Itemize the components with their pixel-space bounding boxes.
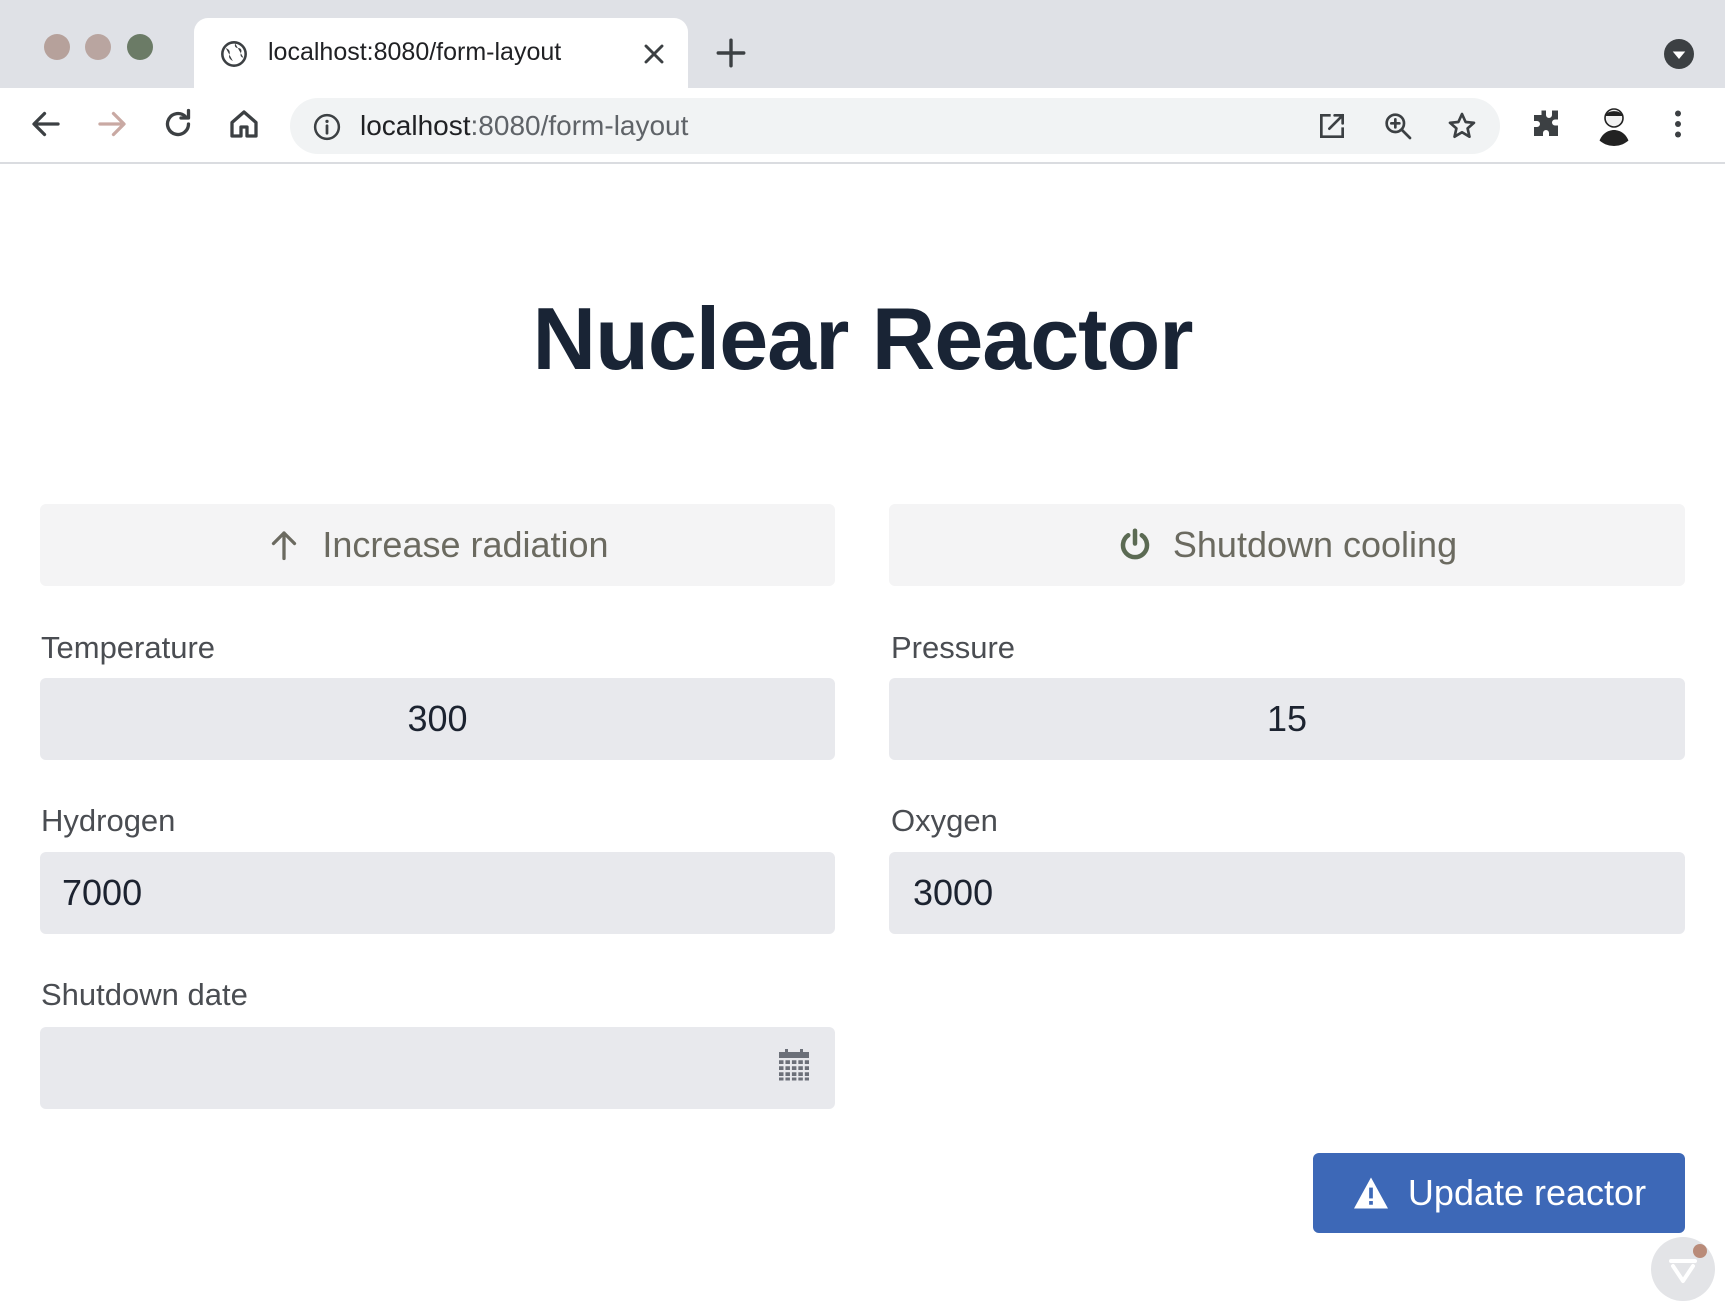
browser-tab[interactable]: localhost:8080/form-layout [194, 18, 688, 90]
minimize-window-button[interactable] [85, 34, 111, 60]
bookmark-star-icon[interactable] [1446, 110, 1478, 142]
back-arrow-icon[interactable] [28, 106, 64, 142]
arrow-up-icon [272, 531, 297, 561]
address-bar[interactable]: localhost:8080/form-layout [290, 98, 1500, 154]
open-in-new-icon[interactable] [1316, 110, 1348, 142]
power-icon [1120, 528, 1150, 560]
tab-strip: localhost:8080/form-layout [0, 0, 1725, 90]
hydrogen-label: Hydrogen [41, 803, 176, 838]
update-reactor-label: Update reactor [1407, 1172, 1647, 1213]
browser-toolbar: localhost:8080/form-layout [0, 88, 1725, 164]
shutdown-date-label: Shutdown date [41, 977, 248, 1012]
oxygen-field[interactable] [889, 852, 1685, 934]
profile-avatar[interactable] [1592, 102, 1636, 146]
address-url[interactable]: localhost:8080/form-layout [360, 110, 688, 142]
address-path: :8080/form-layout [470, 110, 689, 141]
chevron-down-icon [1672, 51, 1686, 59]
shutdown-cooling-button[interactable]: Shutdown cooling [889, 504, 1685, 586]
tab-search-button[interactable] [1664, 39, 1694, 69]
extensions-puzzle-icon[interactable] [1528, 106, 1564, 142]
forward-arrow-icon[interactable] [94, 106, 130, 142]
address-host: localhost [360, 110, 471, 141]
increase-radiation-button[interactable]: Increase radiation [40, 504, 835, 586]
close-tab-icon[interactable] [638, 38, 670, 70]
zoom-icon[interactable] [1382, 110, 1414, 142]
browser-window: localhost:8080/form-layout localhost:808… [0, 0, 1725, 1312]
profile-icon [1598, 108, 1630, 146]
notification-dot [1693, 1244, 1707, 1258]
close-window-button[interactable] [44, 34, 70, 60]
warning-icon [1353, 1177, 1388, 1209]
oxygen-label: Oxygen [891, 803, 998, 838]
new-tab-icon[interactable] [714, 36, 748, 70]
pressure-label: Pressure [891, 630, 1016, 665]
maximize-window-button[interactable] [127, 34, 153, 60]
page-title: Nuclear Reactor [532, 289, 1194, 388]
globe-icon [221, 41, 247, 67]
tab-title: localhost:8080/form-layout [268, 38, 562, 66]
home-icon[interactable] [226, 106, 262, 142]
calendar-icon[interactable] [776, 1046, 812, 1082]
info-icon[interactable] [312, 112, 342, 142]
hydrogen-field[interactable] [40, 852, 835, 934]
increase-radiation-label: Increase radiation [322, 524, 609, 565]
more-vert-icon[interactable] [1660, 106, 1696, 142]
shutdown-date-field[interactable] [40, 1027, 835, 1109]
temperature-label: Temperature [41, 630, 216, 665]
shutdown-cooling-label: Shutdown cooling [1172, 524, 1458, 565]
reload-icon[interactable] [160, 106, 196, 142]
temperature-field[interactable] [40, 678, 835, 760]
pressure-field[interactable] [889, 678, 1685, 760]
update-reactor-button[interactable]: Update reactor [1313, 1153, 1685, 1233]
